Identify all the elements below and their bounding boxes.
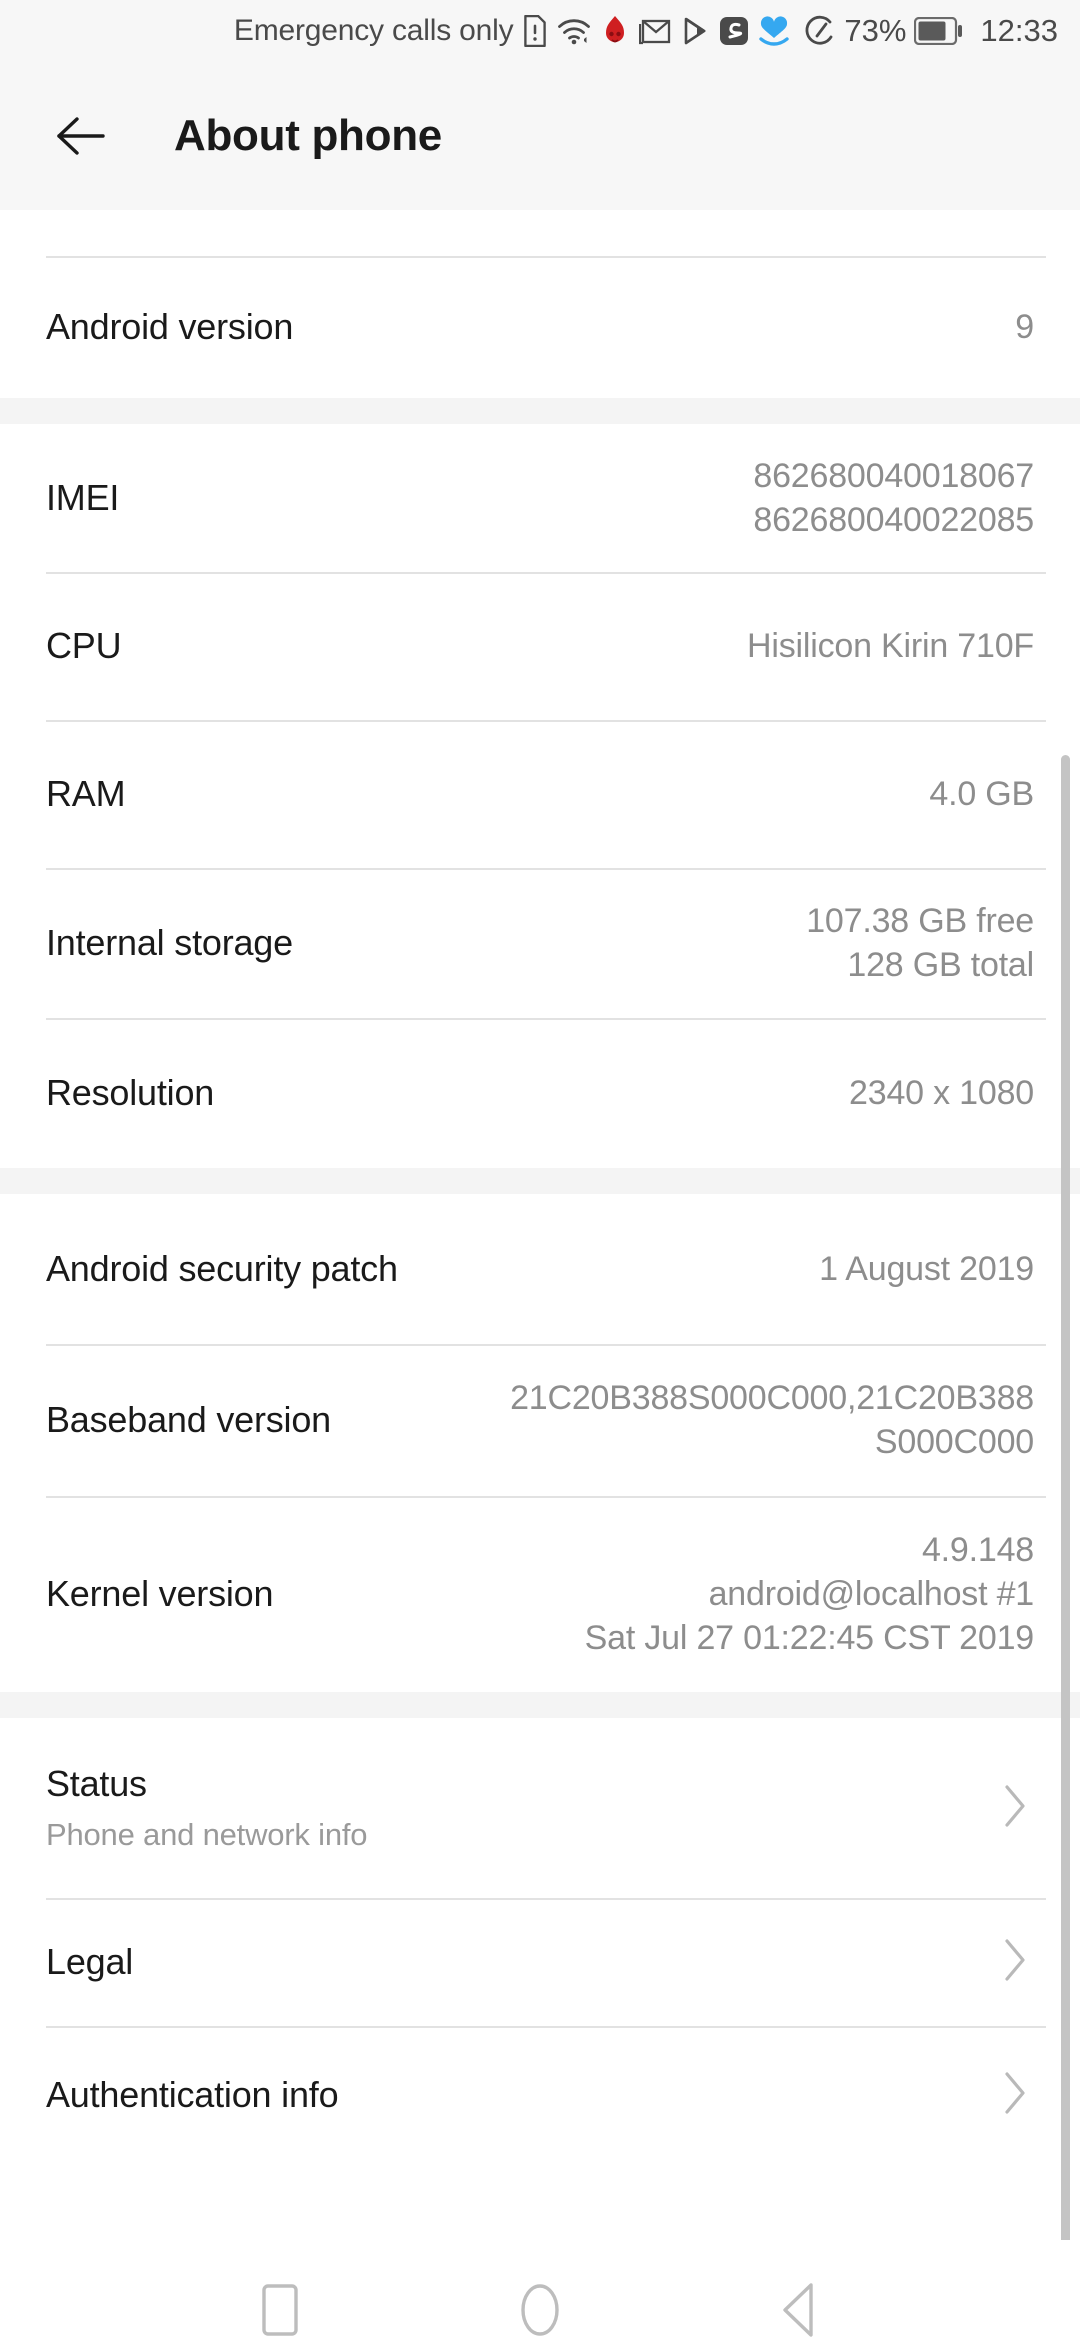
wifi-icon	[557, 16, 591, 46]
row-value: 4.9.148 android@localhost #1 Sat Jul 27 …	[584, 1530, 1035, 1658]
row-divider	[46, 1898, 1046, 1900]
row-emui-version[interactable]: EMUI version 9.1.0	[0, 210, 1080, 256]
row-divider	[46, 2026, 1046, 2028]
row-title: Authentication info	[46, 2074, 339, 2115]
row-kernel-version[interactable]: Kernel version 4.9.148 android@localhost…	[0, 1496, 1080, 1692]
row-authentication-info[interactable]: Authentication info	[0, 2026, 1080, 2164]
row-label: RAM	[46, 773, 126, 814]
row-title: Status	[46, 1763, 147, 1804]
row-value: 9	[1015, 307, 1034, 346]
row-label: Android security patch	[46, 1248, 398, 1289]
row-text: Status Phone and network info	[46, 1763, 368, 1853]
section-versions: EMUI version 9.1.0 Android version 9	[0, 210, 1080, 398]
section-divider-gap	[0, 398, 1080, 424]
back-button-nav[interactable]	[745, 2255, 855, 2340]
battery-icon	[914, 17, 963, 45]
row-text: Authentication info	[46, 2074, 339, 2116]
sim-alert-icon	[522, 15, 548, 47]
row-internal-storage[interactable]: Internal storage 107.38 GB free 128 GB t…	[0, 868, 1080, 1018]
page-title: About phone	[174, 111, 442, 160]
home-button[interactable]	[485, 2255, 595, 2340]
back-button[interactable]	[46, 100, 118, 172]
row-label: Resolution	[46, 1072, 215, 1113]
recents-square-icon	[262, 2284, 298, 2336]
gmail-icon	[639, 16, 671, 46]
back-triangle-icon	[783, 2283, 813, 2337]
row-value: 107.38 GB free 128 GB total	[806, 901, 1034, 984]
carrier-label: Emergency calls only	[233, 14, 514, 47]
app-header: About phone	[0, 62, 1080, 210]
row-value: 21C20B388S000C000,21C20B388 S000C000	[510, 1378, 1034, 1461]
row-value: 2340 x 1080	[849, 1073, 1034, 1112]
row-resolution[interactable]: Resolution 2340 x 1080	[0, 1018, 1080, 1168]
battery-percent-label: 73%	[844, 13, 907, 48]
row-android-version[interactable]: Android version 9	[0, 256, 1080, 398]
row-security-patch[interactable]: Android security patch 1 August 2019	[0, 1194, 1080, 1344]
row-value: 862680040018067 862680040022085	[753, 456, 1034, 539]
phone-screen: Emergency calls only 73% 12:33 About pho…	[0, 0, 1080, 2340]
row-label: Kernel version	[46, 1573, 274, 1614]
chevron-right-icon	[1002, 1937, 1028, 1988]
antutu-icon	[600, 15, 630, 47]
row-label: Internal storage	[46, 922, 293, 963]
section-software: Android security patch 1 August 2019 Bas…	[0, 1194, 1080, 1692]
row-text: Legal	[46, 1941, 133, 1983]
row-label: IMEI	[46, 477, 120, 518]
status-bar-right: 73% 12:33	[804, 13, 1058, 49]
s-app-icon	[719, 16, 749, 46]
play-store-icon	[680, 16, 710, 46]
system-navigation-bar	[0, 2240, 1080, 2340]
row-value: Hisilicon Kirin 710F	[747, 626, 1034, 665]
home-circle-icon	[521, 2284, 559, 2336]
scrollbar-thumb[interactable]	[1061, 755, 1070, 2240]
row-label: Android version	[46, 306, 294, 347]
section-links: Status Phone and network info Legal Auth…	[0, 1718, 1080, 2164]
row-cpu[interactable]: CPU Hisilicon Kirin 710F	[0, 572, 1080, 720]
row-value: 4.0 GB	[929, 774, 1034, 813]
arrow-left-icon	[57, 117, 105, 155]
clock-label: 12:33	[980, 13, 1058, 48]
row-label: CPU	[46, 625, 122, 666]
row-legal[interactable]: Legal	[0, 1898, 1080, 2026]
recents-button[interactable]	[225, 2255, 335, 2340]
row-status[interactable]: Status Phone and network info	[0, 1718, 1080, 1898]
chevron-right-icon	[1002, 2070, 1028, 2121]
section-divider-gap	[0, 1692, 1080, 1718]
status-bar-left: Emergency calls only	[234, 14, 790, 48]
row-ram[interactable]: RAM 4.0 GB	[0, 720, 1080, 868]
row-title: Legal	[46, 1941, 134, 1982]
settings-list[interactable]: EMUI version 9.1.0 Android version 9 IME…	[0, 210, 1080, 2240]
row-label: Baseband version	[46, 1399, 331, 1440]
section-divider-gap	[0, 1168, 1080, 1194]
row-value: 1 August 2019	[819, 1249, 1034, 1288]
data-saver-icon	[804, 15, 836, 47]
status-bar: Emergency calls only 73% 12:33	[0, 0, 1080, 62]
row-subtitle: Phone and network info	[46, 1817, 368, 1852]
section-hardware: IMEI 862680040018067 862680040022085 CPU…	[0, 424, 1080, 1168]
row-baseband-version[interactable]: Baseband version 21C20B388S000C000,21C20…	[0, 1344, 1080, 1496]
chevron-right-icon	[1002, 1783, 1028, 1834]
row-imei[interactable]: IMEI 862680040018067 862680040022085	[0, 424, 1080, 572]
blue-heart-hand-icon	[758, 16, 790, 46]
